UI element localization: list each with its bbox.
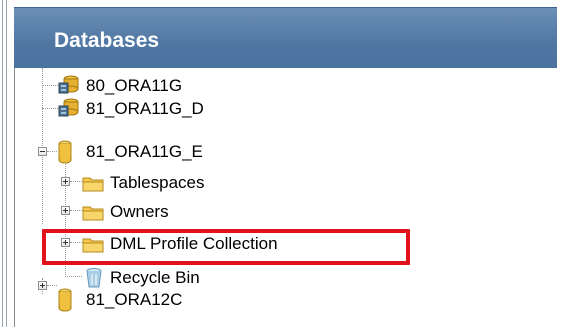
- tree-node-81-ora11g-e[interactable]: 81_ORA11G_E: [58, 140, 203, 164]
- databases-panel-header: Databases: [14, 7, 557, 68]
- database-tree[interactable]: 80_ORA11G 81_ORA11G_D 81_ORA11G_E Tables…: [14, 68, 558, 327]
- recycle-bin-icon: [86, 268, 102, 288]
- tree-node-label: 81_ORA12C: [86, 290, 183, 309]
- tree-node-label: Owners: [110, 202, 169, 221]
- panel-title: Databases: [54, 29, 160, 52]
- collapse-toggle-icon[interactable]: [38, 147, 47, 156]
- expand-toggle-icon[interactable]: [38, 281, 47, 290]
- tree-node-owners[interactable]: Owners: [82, 200, 169, 224]
- database-stack-icon: [58, 98, 79, 117]
- folder-icon: [82, 177, 104, 192]
- tree-node-80-ora11g[interactable]: 80_ORA11G: [58, 74, 182, 98]
- expand-toggle-icon[interactable]: [61, 206, 70, 215]
- tree-node-label: 81_ORA11G_D: [86, 99, 204, 118]
- tree-node-81-ora12c[interactable]: 81_ORA12C: [58, 288, 182, 312]
- tree-node-81-ora11g-d[interactable]: 81_ORA11G_D: [58, 97, 204, 121]
- window-left-border: [0, 0, 10, 327]
- folder-icon: [82, 206, 104, 221]
- highlight-box: [42, 229, 410, 265]
- tree-node-recycle-bin[interactable]: Recycle Bin: [82, 266, 200, 290]
- tree-node-label: Tablespaces: [110, 173, 205, 192]
- tree-node-label: 80_ORA11G: [86, 76, 183, 95]
- tree-node-tablespaces[interactable]: Tablespaces: [82, 171, 205, 195]
- tree-node-label: 81_ORA11G_E: [86, 142, 203, 161]
- expand-toggle-icon[interactable]: [61, 177, 70, 186]
- database-icon: [58, 140, 72, 164]
- database-icon: [58, 288, 72, 312]
- database-stack-icon: [58, 75, 79, 94]
- tree-node-label: Recycle Bin: [110, 268, 200, 287]
